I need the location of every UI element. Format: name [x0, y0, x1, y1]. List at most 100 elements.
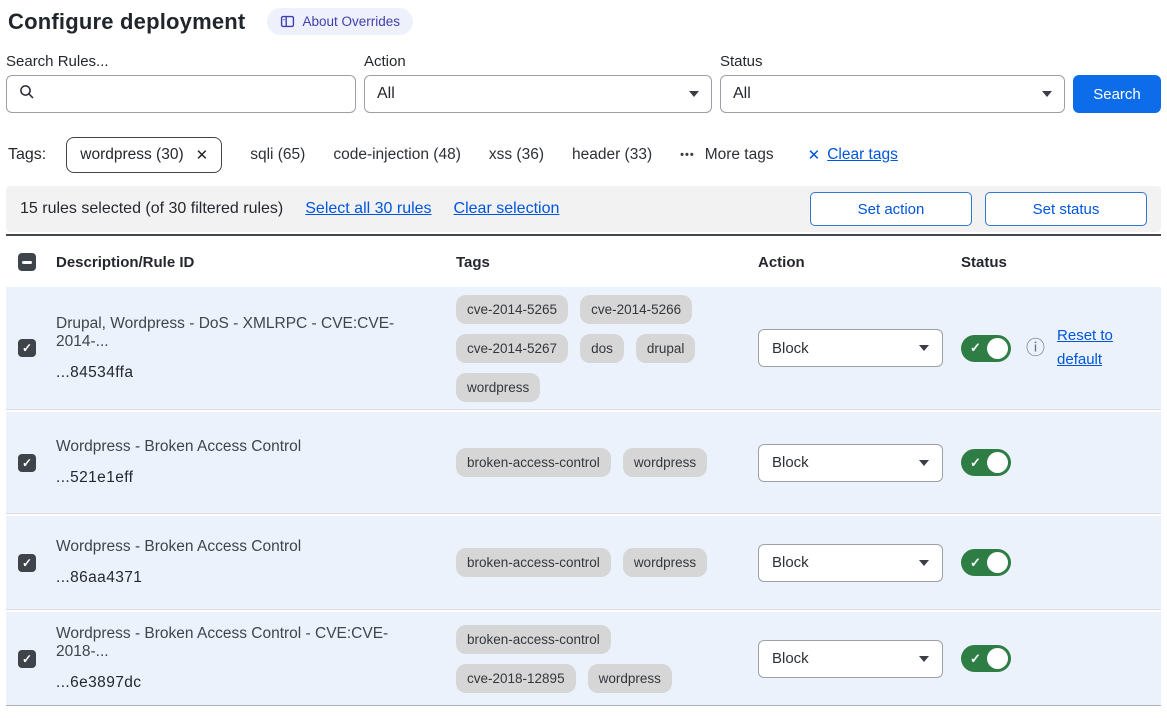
table-row: ✓ Drupal, Wordpress - DoS - XMLRPC - CVE…	[6, 287, 1161, 410]
action-filter-group: Action All	[364, 53, 712, 113]
rule-tags: broken-access-control wordpress	[456, 448, 721, 477]
chevron-down-icon	[919, 560, 929, 566]
rule-status-toggle[interactable]: ✓	[961, 449, 1011, 476]
toggle-knob	[987, 552, 1008, 573]
rule-action-value: Block	[772, 454, 809, 471]
tag-pill: broken-access-control	[456, 448, 611, 477]
about-overrides-label: About Overrides	[302, 14, 400, 29]
toggle-knob	[987, 648, 1008, 669]
check-icon: ✓	[970, 455, 981, 471]
book-icon	[280, 14, 295, 29]
tag-filter-header[interactable]: header (33)	[572, 146, 652, 164]
rule-id: ...521e1eff	[56, 469, 432, 487]
rule-action-select[interactable]: Block	[758, 444, 943, 482]
about-overrides-badge[interactable]: About Overrides	[267, 8, 413, 35]
clear-x-icon: ✕	[808, 146, 821, 164]
table-row: ✓ Wordpress - Broken Access Control ...8…	[6, 516, 1161, 610]
check-icon: ✓	[970, 555, 981, 571]
chevron-down-icon	[919, 345, 929, 351]
clear-selection-link[interactable]: Clear selection	[454, 200, 560, 218]
rule-action-value: Block	[772, 340, 809, 357]
status-filter-label: Status	[720, 53, 1065, 70]
chevron-down-icon	[1042, 91, 1052, 97]
tag-pill: wordpress	[456, 373, 540, 402]
selection-bar: 15 rules selected (of 30 filtered rules)…	[6, 186, 1161, 232]
tag-pill: cve-2014-5265	[456, 295, 568, 324]
ellipsis-icon: •••	[680, 149, 695, 161]
chevron-down-icon	[689, 91, 699, 97]
rule-id: ...6e3897dc	[56, 674, 432, 692]
select-all-checkbox[interactable]	[18, 253, 36, 271]
column-header-description: Description/Rule ID	[56, 254, 456, 271]
clear-tags-label: Clear tags	[827, 146, 898, 164]
tag-pill: broken-access-control	[456, 548, 611, 577]
status-filter-select[interactable]: All	[720, 75, 1065, 113]
tag-pill: cve-2014-5267	[456, 334, 568, 363]
set-status-button[interactable]: Set status	[985, 192, 1147, 226]
rule-action-select[interactable]: Block	[758, 640, 943, 678]
tag-pill: dos	[580, 334, 624, 363]
rule-status-toggle[interactable]: ✓	[961, 549, 1011, 576]
page-title: Configure deployment	[8, 9, 245, 35]
rule-status-toggle[interactable]: ✓	[961, 645, 1011, 672]
clear-tags-button[interactable]: ✕ Clear tags	[808, 146, 898, 164]
status-filter-value: All	[733, 85, 751, 103]
tag-filter-sqli[interactable]: sqli (65)	[250, 146, 305, 164]
action-filter-value: All	[377, 85, 395, 103]
check-icon: ✓	[970, 340, 981, 356]
row-checkbox[interactable]: ✓	[18, 554, 36, 572]
selected-tag-wordpress[interactable]: wordpress (30) ✕	[66, 137, 222, 173]
chevron-down-icon	[919, 656, 929, 662]
column-header-action: Action	[758, 254, 961, 271]
action-filter-select[interactable]: All	[364, 75, 712, 113]
select-all-link[interactable]: Select all 30 rules	[305, 200, 431, 218]
tag-pill: drupal	[636, 334, 696, 363]
page-header: Configure deployment About Overrides	[8, 8, 1161, 35]
more-tags-button[interactable]: ••• More tags	[680, 146, 773, 164]
rule-tags: cve-2014-5265 cve-2014-5266 cve-2014-526…	[456, 295, 721, 402]
set-action-button[interactable]: Set action	[810, 192, 972, 226]
configure-deployment-page: Configure deployment About Overrides Sea…	[0, 0, 1167, 718]
row-checkbox[interactable]: ✓	[18, 339, 36, 357]
more-tags-label: More tags	[705, 146, 774, 164]
tag-pill: cve-2014-5266	[580, 295, 692, 324]
rule-status-toggle[interactable]: ✓	[961, 335, 1011, 362]
rule-action-value: Block	[772, 650, 809, 667]
rule-action-select[interactable]: Block	[758, 329, 943, 367]
tag-filter-xss[interactable]: xss (36)	[489, 146, 544, 164]
row-checkbox[interactable]: ✓	[18, 454, 36, 472]
search-button[interactable]: Search	[1073, 75, 1161, 113]
close-icon[interactable]: ✕	[196, 146, 209, 164]
search-rules-group: Search Rules...	[6, 53, 356, 113]
tags-bar: Tags: wordpress (30) ✕ sqli (65) code-in…	[8, 137, 1161, 173]
rule-id: ...86aa4371	[56, 569, 432, 587]
search-input-box	[6, 75, 356, 113]
tags-bar-label: Tags:	[8, 146, 46, 164]
indeterminate-mark-icon	[22, 261, 32, 264]
search-rules-label: Search Rules...	[6, 53, 356, 70]
column-header-status: Status	[961, 254, 1161, 271]
rule-id: ...84534ffa	[56, 364, 432, 382]
tag-pill: wordpress	[623, 548, 707, 577]
check-icon: ✓	[22, 653, 32, 665]
rule-tags: broken-access-control wordpress	[456, 548, 721, 577]
rule-description: Wordpress - Broken Access Control	[56, 538, 432, 556]
check-icon: ✓	[22, 457, 32, 469]
filters-row: Search Rules... Action All Status	[6, 53, 1161, 113]
check-icon: ✓	[22, 342, 32, 354]
rule-description: Wordpress - Broken Access Control - CVE:…	[56, 625, 432, 661]
rule-action-value: Block	[772, 554, 809, 571]
table-header: Description/Rule ID Tags Action Status	[6, 234, 1161, 287]
toggle-knob	[987, 452, 1008, 473]
info-icon[interactable]: ⓘ	[1026, 339, 1045, 358]
rule-description: Drupal, Wordpress - DoS - XMLRPC - CVE:C…	[56, 315, 432, 351]
row-checkbox[interactable]: ✓	[18, 650, 36, 668]
search-rules-input[interactable]	[43, 86, 343, 103]
search-icon	[19, 84, 35, 105]
tag-filter-code-injection[interactable]: code-injection (48)	[333, 146, 461, 164]
rule-action-select[interactable]: Block	[758, 544, 943, 582]
check-icon: ✓	[970, 651, 981, 667]
tag-pill: broken-access-control	[456, 625, 611, 654]
reset-to-default-link[interactable]: Reset to default	[1057, 324, 1123, 372]
table-row: ✓ Wordpress - Broken Access Control ...5…	[6, 412, 1161, 514]
